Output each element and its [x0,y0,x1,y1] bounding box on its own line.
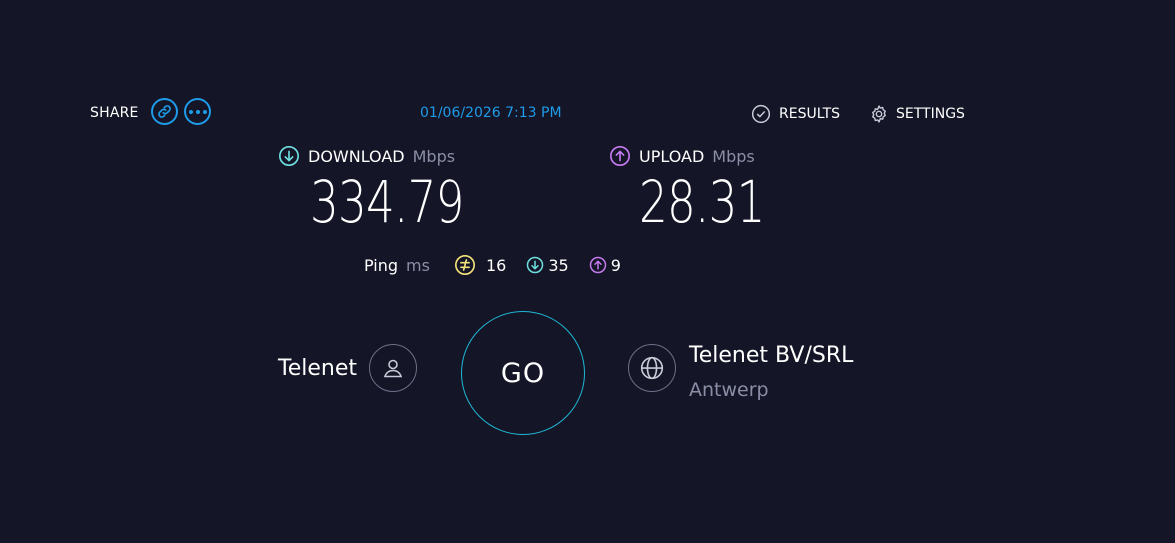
isp-name: Telenet [278,356,357,381]
server-name[interactable]: Telenet BV/SRL [689,343,853,368]
ping-download-value: 35 [548,255,569,275]
ping-unit: ms [406,255,430,275]
link-icon [158,105,171,118]
settings-button[interactable]: SETTINGS [869,104,965,124]
ping-download-icon [527,256,544,274]
idle-latency-icon [454,255,475,275]
test-timestamp: 01/06/2026 7:13 PM [420,105,562,121]
check-circle-icon [751,104,771,124]
results-button[interactable]: RESULTS [751,104,840,124]
server-location: Antwerp [689,379,769,401]
go-button[interactable]: GO [461,311,585,435]
upload-header: UPLOAD Mbps [609,145,755,167]
more-dots-icon [188,109,207,114]
ping-idle: 16 [454,254,506,276]
ping-row: Ping ms 16 35 9 [364,254,621,276]
globe-icon [640,356,664,380]
download-speed-value: 334.79 [310,168,464,236]
ping-upload-value: 9 [610,255,621,275]
ping-idle-value: 16 [485,255,507,275]
upload-speed-value: 28.31 [639,168,765,236]
ping-label: Ping [364,255,399,275]
download-unit: Mbps [412,146,456,166]
speedtest-app: SHARE 01/06/2026 7:13 PM RESULTS SETTING… [0,0,1175,543]
settings-label: SETTINGS [896,106,965,122]
upload-unit: Mbps [712,146,755,166]
share-link-button[interactable] [151,98,178,125]
share-more-button[interactable] [184,98,211,125]
download-label: DOWNLOAD [308,146,405,166]
results-label: RESULTS [779,106,841,122]
arrow-up-circle-icon [610,146,630,166]
ping-upload-icon [589,256,606,274]
share-label: SHARE [90,105,139,121]
upload-label: UPLOAD [639,146,705,166]
arrow-down-circle-icon [279,146,299,166]
person-icon [383,359,403,378]
isp-avatar [369,344,417,392]
gear-icon [872,105,886,123]
ping-download: 35 [526,255,569,275]
ping-upload: 9 [589,256,621,275]
change-server-button[interactable] [628,344,676,392]
download-header: DOWNLOAD Mbps [278,145,455,167]
